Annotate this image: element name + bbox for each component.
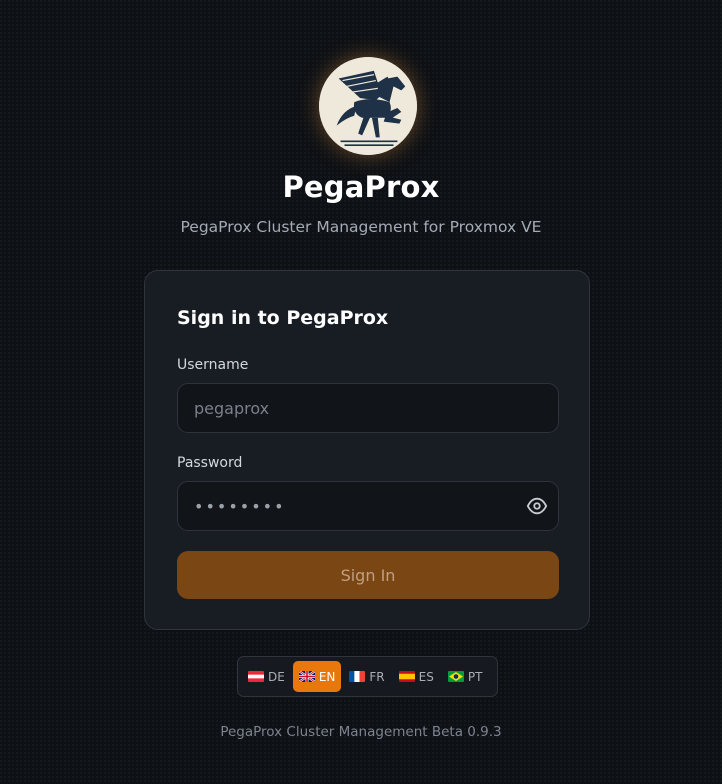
username-label: Username xyxy=(177,357,249,373)
language-code: FR xyxy=(369,669,385,684)
eye-icon[interactable] xyxy=(526,495,548,517)
login-heading: Sign in to PegaProx xyxy=(177,307,389,329)
language-code: EN xyxy=(318,669,336,684)
sign-in-button[interactable]: Sign In xyxy=(177,551,559,599)
language-option-de[interactable]: DE xyxy=(242,661,291,692)
flag-es-icon xyxy=(398,671,415,682)
language-option-es[interactable]: ES xyxy=(393,661,440,692)
flag-br-icon xyxy=(447,671,464,682)
flag-gb-icon xyxy=(298,671,315,682)
flag-at-icon xyxy=(248,671,264,682)
password-label: Password xyxy=(177,455,243,471)
version-footer: PegaProx Cluster Management Beta 0.9.3 xyxy=(220,724,502,740)
password-input[interactable] xyxy=(177,481,559,531)
language-option-fr[interactable]: FR xyxy=(343,661,390,692)
language-code: DE xyxy=(268,669,285,684)
app-title: PegaProx xyxy=(282,170,440,204)
language-selector: DE EN FR ES PT xyxy=(237,656,498,697)
login-card: Sign in to PegaProx Username Password Si… xyxy=(144,270,590,630)
language-option-en[interactable]: EN xyxy=(292,661,342,692)
username-input[interactable] xyxy=(177,383,559,433)
pegasus-logo-icon xyxy=(319,57,417,155)
language-code: ES xyxy=(418,669,434,684)
language-code: PT xyxy=(467,669,483,684)
flag-fr-icon xyxy=(349,671,366,682)
app-subtitle: PegaProx Cluster Management for Proxmox … xyxy=(180,218,542,236)
language-option-pt[interactable]: PT xyxy=(442,661,489,692)
